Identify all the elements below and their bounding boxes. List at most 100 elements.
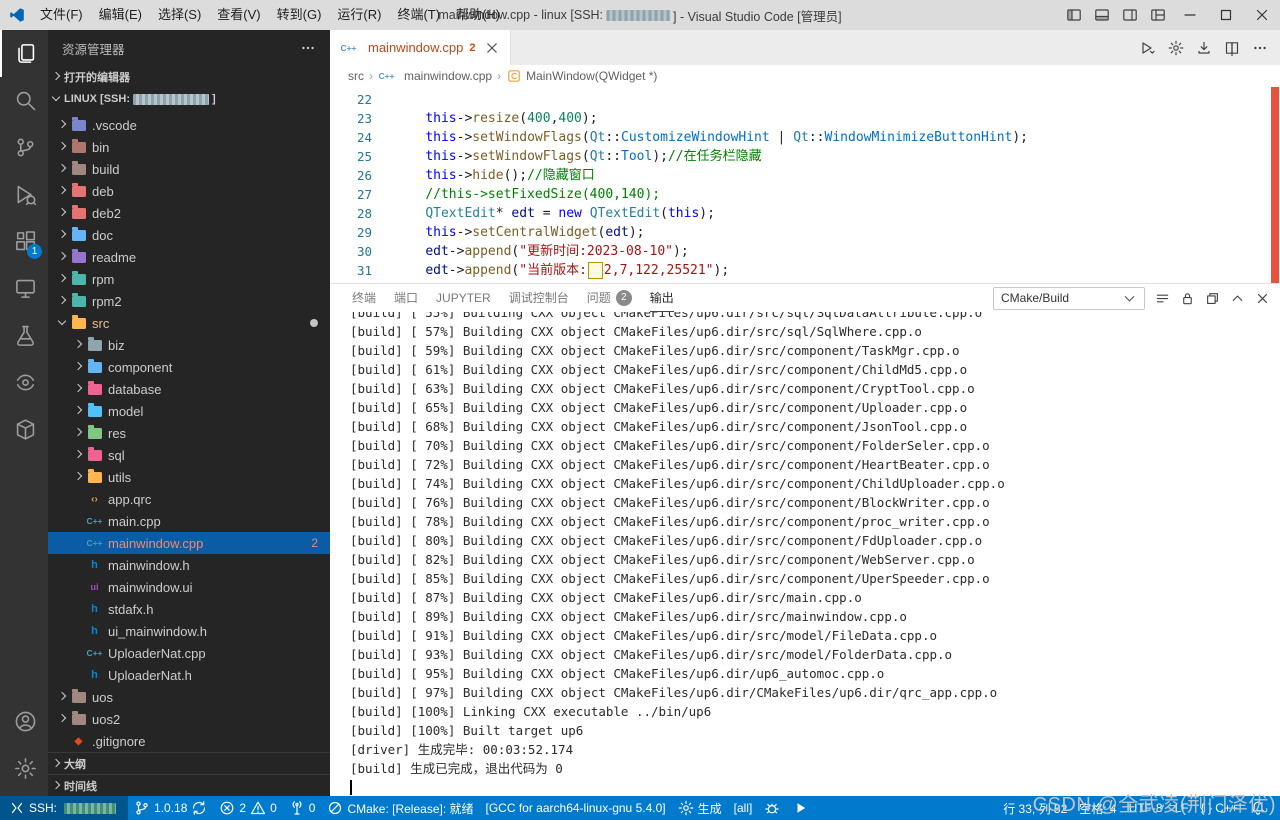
activitybar-run-debug[interactable]	[0, 171, 48, 218]
output-console[interactable]: [build] [ 55%] Building CXX object CMake…	[330, 312, 1280, 796]
tree-item-.vscode[interactable]: .vscode	[48, 114, 330, 136]
tab-mainwindow-cpp[interactable]: C++ mainwindow.cpp 2	[330, 30, 511, 65]
tree-item-build[interactable]: build	[48, 158, 330, 180]
status-cmake-status[interactable]: CMake: [Release]: 就绪	[321, 796, 479, 820]
chevron-right-icon	[54, 249, 70, 265]
tree-item-biz[interactable]: biz	[48, 334, 330, 356]
cpp-file-icon: C++	[340, 43, 357, 53]
tree-item-mainwindow.ui[interactable]: uimainwindow.ui	[48, 576, 330, 598]
clear-output-icon[interactable]	[1155, 291, 1170, 306]
output-channel-select[interactable]: CMake/Build	[993, 287, 1145, 310]
more-actions-icon[interactable]	[300, 40, 316, 56]
move-panel-icon[interactable]	[1205, 291, 1220, 306]
tree-item-model[interactable]: model	[48, 400, 330, 422]
customize-layout-icon[interactable]	[1144, 0, 1172, 30]
status-branch[interactable]: 1.0.18	[128, 796, 213, 820]
code-editor[interactable]: 2223 this->resize(400,400);24 this->setW…	[330, 87, 1280, 283]
tab-close-icon[interactable]	[484, 40, 500, 56]
minimize-button[interactable]	[1172, 0, 1208, 30]
section-timeline[interactable]: 时间线	[48, 774, 330, 796]
tree-item-UploaderNat.h[interactable]: hUploaderNat.h	[48, 664, 330, 686]
tree-item-deb2[interactable]: deb2	[48, 202, 330, 224]
menu-item[interactable]: 转到(G)	[269, 0, 330, 30]
breadcrumb-item[interactable]: MainWindow(QWidget *)	[506, 68, 657, 84]
activitybar-remote-explorer[interactable]	[0, 265, 48, 312]
tree-item-rpm2[interactable]: rpm2	[48, 290, 330, 312]
tree-item-main.cpp[interactable]: C++main.cpp	[48, 510, 330, 532]
activitybar-explorer[interactable]	[0, 30, 48, 77]
code-text: this->resize(400,400);	[394, 109, 598, 128]
panel-tab[interactable]: 输出	[650, 284, 674, 312]
tree-item-UploaderNat.cpp[interactable]: C++UploaderNat.cpp	[48, 642, 330, 664]
tree-item-doc[interactable]: doc	[48, 224, 330, 246]
activitybar-search[interactable]	[0, 77, 48, 124]
status-ports[interactable]: 0	[283, 796, 322, 820]
activitybar-extensions[interactable]: 1	[0, 218, 48, 265]
breadcrumb-item[interactable]: C++mainwindow.cpp	[378, 69, 492, 83]
tree-item-deb[interactable]: deb	[48, 180, 330, 202]
activitybar-account[interactable]	[0, 698, 48, 745]
editor-scrollbar[interactable]	[1271, 87, 1279, 283]
toggle-panel-icon[interactable]	[1088, 0, 1116, 30]
scroll-lock-icon[interactable]	[1180, 291, 1195, 306]
run-button[interactable]	[1140, 40, 1156, 56]
maximize-button[interactable]	[1208, 0, 1244, 30]
activitybar-containers[interactable]	[0, 406, 48, 453]
activitybar-source-control[interactable]	[0, 124, 48, 171]
tree-item-label: bin	[92, 140, 109, 155]
close-button[interactable]	[1244, 0, 1280, 30]
panel-tab[interactable]: 调试控制台	[509, 284, 569, 312]
tree-item-uos2[interactable]: uos2	[48, 708, 330, 730]
panel-tab[interactable]: 终端	[352, 284, 376, 312]
menu-item[interactable]: 查看(V)	[209, 0, 268, 30]
section-open-editors[interactable]: 打开的编辑器	[48, 66, 330, 88]
tree-item-mainwindow.h[interactable]: hmainwindow.h	[48, 554, 330, 576]
close-panel-icon[interactable]	[1255, 291, 1270, 306]
tree-item-component[interactable]: component	[48, 356, 330, 378]
activitybar-testing[interactable]	[0, 312, 48, 359]
section-workspace-root[interactable]: LINUX [SSH: ]	[48, 88, 330, 110]
breadcrumb-item[interactable]: src	[348, 69, 364, 83]
tree-item-label: stdafx.h	[108, 602, 154, 617]
status-remote[interactable]: SSH:	[0, 796, 128, 820]
tree-item-uos[interactable]: uos	[48, 686, 330, 708]
tree-item-utils[interactable]: utils	[48, 466, 330, 488]
activitybar-jupyter[interactable]	[0, 359, 48, 406]
menu-item[interactable]: 运行(R)	[329, 0, 389, 30]
panel-tab[interactable]: JUPYTER	[436, 284, 491, 312]
status-debug[interactable]	[758, 796, 786, 820]
menu-item[interactable]: 编辑(E)	[91, 0, 150, 30]
panel-tab[interactable]: 问题2	[587, 284, 632, 312]
status-launch[interactable]	[786, 796, 814, 820]
tree-item-mainwindow.cpp[interactable]: C++mainwindow.cpp2	[48, 532, 330, 554]
activitybar-settings[interactable]	[0, 745, 48, 792]
tree-item-.gitignore[interactable]: ◆.gitignore	[48, 730, 330, 752]
panel-tab[interactable]: 端口	[394, 284, 418, 312]
tree-item-src[interactable]: src	[48, 312, 330, 334]
more-button[interactable]	[1252, 40, 1268, 56]
status-problems[interactable]: 20	[213, 796, 282, 820]
tree-item-ui_mainwindow.h[interactable]: hui_mainwindow.h	[48, 620, 330, 642]
maximize-panel-icon[interactable]	[1230, 291, 1245, 306]
tree-item-stdafx.h[interactable]: hstdafx.h	[48, 598, 330, 620]
menu-item[interactable]: 文件(F)	[32, 0, 91, 30]
status-cmake-kit[interactable]: [GCC for aarch64-linux-gnu 5.4.0]	[480, 796, 672, 820]
split-editor-button[interactable]	[1224, 40, 1240, 56]
tree-item-res[interactable]: res	[48, 422, 330, 444]
tree-item-label: readme	[92, 250, 136, 265]
gear-button[interactable]	[1168, 40, 1184, 56]
section-outline[interactable]: 大纲	[48, 752, 330, 774]
status-build-target[interactable]: [all]	[728, 796, 759, 820]
tree-item-database[interactable]: database	[48, 378, 330, 400]
tree-item-sql[interactable]: sql	[48, 444, 330, 466]
tree-item-readme[interactable]: readme	[48, 246, 330, 268]
toggle-secondary-sidebar-icon[interactable]	[1116, 0, 1144, 30]
tree-item-label: uos	[92, 690, 113, 705]
menu-item[interactable]: 选择(S)	[150, 0, 209, 30]
tree-item-bin[interactable]: bin	[48, 136, 330, 158]
status-build[interactable]: 生成	[672, 796, 728, 820]
install-button[interactable]	[1196, 40, 1212, 56]
tree-item-app.qrc[interactable]: ‹›app.qrc	[48, 488, 330, 510]
toggle-sidebar-icon[interactable]	[1060, 0, 1088, 30]
tree-item-rpm[interactable]: rpm	[48, 268, 330, 290]
